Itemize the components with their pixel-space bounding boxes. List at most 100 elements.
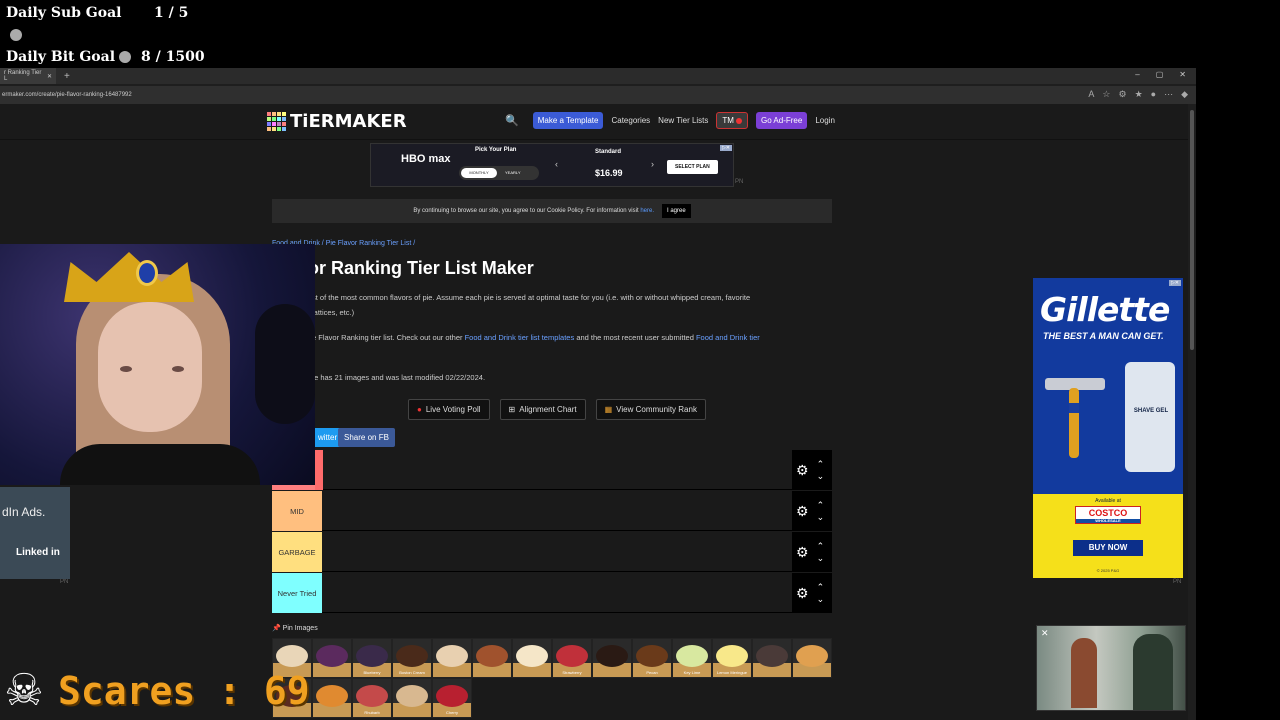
favorite-star-icon[interactable]: ☆ [1102,89,1110,100]
chevron-up-icon[interactable]: ⌃ [817,540,825,552]
nav-categories[interactable]: Categories [611,116,650,125]
chevron-up-icon[interactable]: ⌃ [817,458,825,470]
pie-image-label: Boston Cream [399,670,425,675]
make-template-button[interactable]: Make a Template [532,112,604,129]
tier-label[interactable]: GARBAGE [272,532,322,572]
pie-image[interactable]: Key Lime [672,638,712,678]
tier-row[interactable]: GARBAGE ⚙ ⌃ ⌄ [272,532,832,572]
pie-image[interactable] [392,678,432,718]
gear-icon[interactable]: ⚙ [796,585,809,602]
tier-label[interactable]: MID [272,491,322,531]
food-drink-tier-link[interactable]: Food and Drink tier [696,333,760,342]
pie-image[interactable] [792,638,832,678]
cookie-agree-button[interactable]: I agree [662,204,691,218]
new-tab-icon[interactable]: + [64,71,70,82]
tier-row[interactable]: ⚙ ⌃ ⌄ [272,450,832,490]
close-tab-icon[interactable]: ✕ [47,73,52,80]
chevron-down-icon[interactable]: ⌄ [817,511,825,523]
close-window-icon[interactable]: ✕ [1179,70,1186,79]
live-voting-button[interactable]: ● Live Voting Poll [408,399,490,420]
alignment-chart-button[interactable]: ⊞ Alignment Chart [499,399,586,420]
image-pool: Blueberry Boston Cream Strawberry Pecan Key … [272,638,832,720]
linkedin-ad-text: dIn Ads. [2,505,46,519]
linkedin-ad[interactable]: dIn Ads. Linked in [0,487,70,579]
monthly-option[interactable]: MONTHLY [461,168,497,178]
yearly-option[interactable]: YEARLY [505,168,521,178]
plan-toggle[interactable]: MONTHLY YEARLY [459,166,539,180]
address-bar-icons: A ☆ ⚙ ★ ● ⋯ ◆ [1088,89,1188,100]
address-bar[interactable]: ermaker.com/create/pie-flavor-ranking-16… [0,86,1196,104]
video-ad[interactable]: ✕ [1036,625,1186,711]
pie-image[interactable] [312,678,352,718]
url-text[interactable]: ermaker.com/create/pie-flavor-ranking-16… [2,92,132,98]
tier-label[interactable]: Never Tried [272,573,322,613]
pie-image[interactable] [312,638,352,678]
maximize-icon[interactable]: ▢ [1156,70,1164,79]
pie-image[interactable]: Rhubarb [352,678,392,718]
pie-image[interactable] [752,638,792,678]
extensions-icon[interactable]: ⚙ [1118,89,1126,100]
tiermaker-logo[interactable]: TiERMAKER [267,111,407,132]
logo-text: TiERMAKER [290,111,407,132]
gillette-logo: Gillette [1040,290,1170,329]
pie-image[interactable]: Strawberry [552,638,592,678]
food-drink-templates-link[interactable]: Food and Drink tier list templates [465,333,575,342]
more-menu-icon[interactable]: ⋯ [1164,89,1173,100]
read-aloud-icon[interactable]: A [1088,89,1094,100]
tier-controls: ⚙ ⌃ ⌄ [792,491,832,531]
ad-choices-icon[interactable]: ▷✕ [1168,280,1181,286]
tier-row[interactable]: Never Tried ⚙ ⌃ ⌄ [272,573,832,613]
chevron-down-icon[interactable]: ⌄ [817,593,825,605]
gillette-ad[interactable]: ▷✕ Gillette THE BEST A MAN CAN GET. SHAV… [1033,278,1183,578]
favorites-icon[interactable]: ★ [1135,89,1143,100]
gear-icon[interactable]: ⚙ [796,544,809,561]
chevron-down-icon[interactable]: ⌄ [817,470,825,482]
pie-image[interactable]: Cherry [432,678,472,718]
buy-now-button[interactable]: BUY NOW [1073,540,1143,556]
profile-icon[interactable]: ● [1151,89,1156,100]
tier-row[interactable]: MID ⚙ ⌃ ⌄ [272,491,832,531]
gear-icon[interactable]: ⚙ [796,462,809,479]
gear-icon[interactable]: ⚙ [796,503,809,520]
site-nav: 🔍 Make a Template Categories New Tier Li… [505,112,835,129]
page-scrollbar[interactable] [1188,104,1196,720]
cookie-policy-link[interactable]: here. [640,208,654,214]
pin-icon: 📌 [272,625,281,632]
nav-new-tier-lists[interactable]: New Tier Lists [658,116,708,125]
ad-prev-arrow-icon[interactable]: ‹ [555,159,558,169]
copilot-icon[interactable]: ◆ [1181,89,1188,100]
login-link[interactable]: Login [815,116,835,125]
ad-choices-icon[interactable]: ▷✕ [719,145,732,151]
community-rank-button[interactable]: ▦ View Community Rank [595,399,706,420]
close-icon[interactable]: ✕ [1041,628,1049,639]
costco-logo: COSTCO WHOLESALE [1075,506,1141,524]
go-ad-free-button[interactable]: Go Ad-Free [755,112,808,129]
chevron-down-icon[interactable]: ⌄ [817,552,825,564]
pie-image[interactable] [512,638,552,678]
share-facebook-button[interactable]: Share on FB [338,428,395,447]
shave-gel-label: SHAVE GEL [1133,408,1169,414]
scrollbar-thumb[interactable] [1190,110,1194,350]
select-plan-button[interactable]: SELECT PLAN [667,160,718,174]
pie-image[interactable]: Pecan [632,638,672,678]
ad-next-arrow-icon[interactable]: › [651,159,654,169]
browser-tab[interactable]: r Ranking Tier L ✕ [0,68,56,84]
search-icon[interactable]: 🔍 [505,114,519,127]
pie-image[interactable] [592,638,632,678]
pie-image[interactable]: Blueberry [352,638,392,678]
pie-image[interactable] [472,638,512,678]
pie-image[interactable] [432,638,472,678]
video-person [1133,634,1173,710]
streamer-face [98,302,202,432]
pie-image[interactable]: Lemon Meringue [712,638,752,678]
tm-live-button[interactable]: TM [716,112,748,129]
chevron-up-icon[interactable]: ⌃ [817,499,825,511]
razor-image [1045,378,1105,458]
pie-image[interactable]: Boston Cream [392,638,432,678]
minimize-icon[interactable]: – [1135,70,1139,79]
chevron-up-icon[interactable]: ⌃ [817,581,825,593]
pin-images-toggle[interactable]: 📌 Pin Images [272,624,318,632]
tiermaker-grid-icon: ▦ [604,405,613,414]
bit-goal-label: Daily Bit Goal [6,46,134,68]
hbo-max-ad[interactable]: HBO max Pick Your Plan MONTHLY YEARLY ‹ … [370,143,734,187]
